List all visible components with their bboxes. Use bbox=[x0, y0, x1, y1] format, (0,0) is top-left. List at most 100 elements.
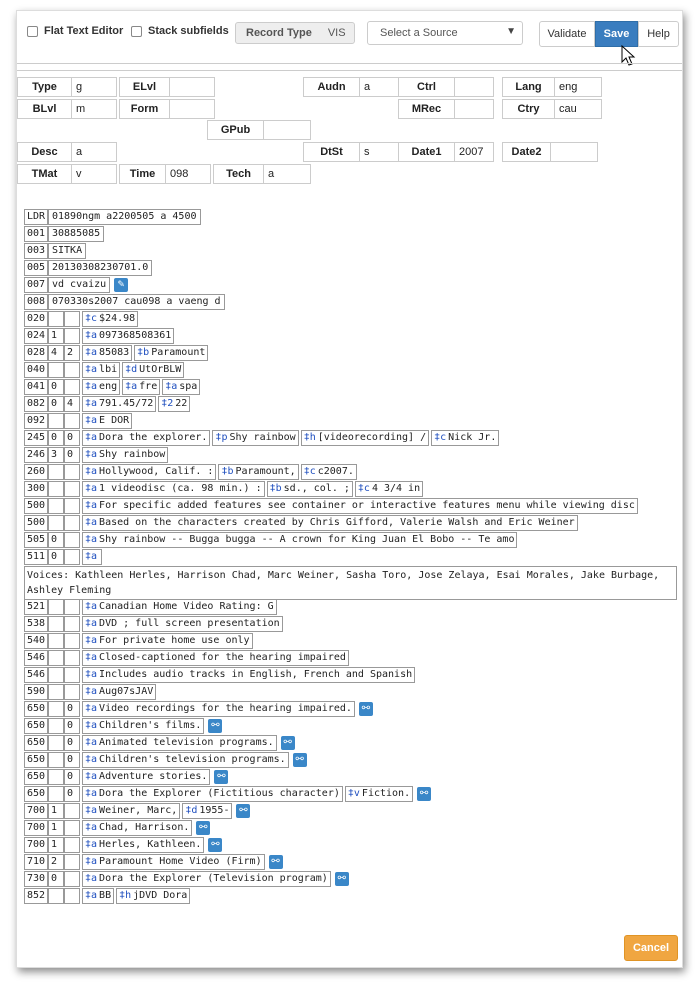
subfield-value[interactable]: Dora the explorer. bbox=[98, 431, 209, 445]
subfield-value[interactable]: Dora the Explorer (Fictitious character) bbox=[98, 787, 342, 801]
indicator-1[interactable] bbox=[48, 888, 64, 904]
indicator-2[interactable] bbox=[64, 549, 80, 565]
subfield[interactable]: ‡2 22 bbox=[158, 396, 191, 412]
field-tag[interactable]: 650 bbox=[24, 752, 48, 768]
indicator-1[interactable]: 3 bbox=[48, 447, 64, 463]
subfield-code[interactable]: ‡a bbox=[83, 872, 98, 886]
indicator-1[interactable]: 2 bbox=[48, 854, 64, 870]
fixed-field-input[interactable]: v bbox=[71, 164, 117, 184]
subfield-value[interactable]: Paramount, bbox=[234, 465, 297, 479]
field-tag[interactable]: 245 bbox=[24, 430, 48, 446]
indicator-1[interactable] bbox=[48, 735, 64, 751]
field-tag[interactable]: 650 bbox=[24, 701, 48, 717]
subfield-wrapped-text[interactable]: Voices: Kathleen Herles, Harrison Chad, … bbox=[24, 566, 677, 600]
validate-button[interactable]: Validate bbox=[539, 21, 595, 47]
control-field-value[interactable]: 20130308230701.0 bbox=[48, 260, 153, 276]
subfield[interactable]: ‡b sd., col. ; bbox=[266, 481, 353, 497]
subfield[interactable]: ‡b Paramount bbox=[134, 345, 209, 361]
subfield-code[interactable]: ‡a bbox=[83, 550, 98, 564]
subfield-value[interactable]: lbi bbox=[98, 363, 119, 377]
subfield-value[interactable]: Hollywood, Calif. : bbox=[98, 465, 215, 479]
link-icon[interactable]: ⚯ bbox=[268, 855, 283, 869]
fixed-field-input[interactable]: 2007 bbox=[454, 142, 494, 162]
indicator-2[interactable] bbox=[64, 837, 80, 853]
field-tag[interactable]: 008 bbox=[24, 294, 48, 310]
subfield[interactable]: ‡h [videorecording] / bbox=[300, 430, 430, 446]
link-icon[interactable]: ⚯ bbox=[196, 821, 211, 835]
subfield[interactable]: ‡a Closed-captioned for the hearing impai… bbox=[82, 650, 349, 666]
link-icon[interactable]: ⚯ bbox=[417, 787, 432, 801]
subfield[interactable]: ‡a Hollywood, Calif. : bbox=[82, 464, 217, 480]
flat-text-editor-checkbox[interactable]: Flat Text Editor bbox=[27, 25, 123, 37]
field-tag[interactable]: 650 bbox=[24, 718, 48, 734]
indicator-1[interactable] bbox=[48, 650, 64, 666]
indicator-1[interactable] bbox=[48, 769, 64, 785]
field-tag[interactable]: 300 bbox=[24, 481, 48, 497]
subfield-value[interactable]: Shy rainbow bbox=[228, 431, 297, 445]
indicator-2[interactable]: 0 bbox=[64, 430, 80, 446]
subfield-value[interactable]: Includes audio tracks in English, French… bbox=[98, 668, 414, 682]
field-tag[interactable]: 505 bbox=[24, 532, 48, 548]
subfield[interactable]: ‡d UtOrBLW bbox=[122, 362, 185, 378]
field-tag[interactable]: 246 bbox=[24, 447, 48, 463]
indicator-2[interactable] bbox=[64, 498, 80, 514]
subfield-value[interactable]: DVD ; full screen presentation bbox=[98, 617, 282, 631]
control-field-value[interactable]: 070330s2007 cau098 a vaeng d bbox=[48, 294, 225, 310]
indicator-2[interactable] bbox=[64, 379, 80, 395]
subfield[interactable]: ‡a Canadian Home Video Rating: G bbox=[82, 599, 277, 615]
field-tag[interactable]: 521 bbox=[24, 599, 48, 615]
subfield[interactable]: ‡a Animated television programs. bbox=[82, 735, 277, 751]
field-tag[interactable]: 040 bbox=[24, 362, 48, 378]
subfield[interactable]: ‡a eng bbox=[82, 379, 121, 395]
subfield-value[interactable]: Shy rainbow -- Bugga bugga -- A crown fo… bbox=[98, 533, 516, 547]
subfield-value[interactable]: Nick Jr. bbox=[447, 431, 498, 445]
subfield-code[interactable]: ‡a bbox=[83, 482, 98, 496]
indicator-1[interactable] bbox=[48, 413, 64, 429]
subfield-value[interactable]: Adventure stories. bbox=[98, 770, 209, 784]
subfield-code[interactable]: ‡a bbox=[83, 431, 98, 445]
field-tag[interactable]: 500 bbox=[24, 498, 48, 514]
control-field-value[interactable]: SITKA bbox=[48, 243, 87, 259]
subfield-code[interactable]: ‡a bbox=[83, 465, 98, 479]
field-tag[interactable]: 001 bbox=[24, 226, 48, 242]
indicator-2[interactable] bbox=[64, 854, 80, 870]
indicator-2[interactable] bbox=[64, 464, 80, 480]
subfield[interactable]: ‡a Adventure stories. bbox=[82, 769, 211, 785]
subfield-code[interactable]: ‡a bbox=[83, 397, 98, 411]
field-tag[interactable]: LDR bbox=[24, 209, 48, 225]
subfield-code[interactable]: ‡a bbox=[83, 499, 98, 513]
field-tag[interactable]: 700 bbox=[24, 837, 48, 853]
fixed-field-input[interactable]: 098 bbox=[165, 164, 211, 184]
subfield[interactable]: ‡c $24.98 bbox=[82, 311, 139, 327]
subfield-code[interactable]: ‡a bbox=[83, 855, 98, 869]
indicator-1[interactable]: 1 bbox=[48, 837, 64, 853]
indicator-2[interactable] bbox=[64, 684, 80, 700]
subfield-value[interactable]: Dora the Explorer (Television program) bbox=[98, 872, 330, 886]
indicator-2[interactable] bbox=[64, 667, 80, 683]
subfield-value[interactable]: 1955- bbox=[198, 804, 231, 818]
subfield[interactable]: ‡a Dora the Explorer (Fictitious characte… bbox=[82, 786, 343, 802]
fixed-field-input[interactable]: cau bbox=[554, 99, 602, 119]
field-tag[interactable]: 700 bbox=[24, 820, 48, 836]
subfield[interactable]: ‡a 097368508361 bbox=[82, 328, 175, 344]
indicator-1[interactable]: 1 bbox=[48, 820, 64, 836]
indicator-1[interactable] bbox=[48, 362, 64, 378]
field-tag[interactable]: 540 bbox=[24, 633, 48, 649]
field-tag[interactable]: 003 bbox=[24, 243, 48, 259]
subfield-code[interactable]: ‡a bbox=[83, 719, 98, 733]
indicator-1[interactable] bbox=[48, 633, 64, 649]
subfield[interactable]: ‡a Aug07sJAV bbox=[82, 684, 157, 700]
subfield-code[interactable]: ‡a bbox=[163, 380, 178, 394]
stack-subfields-checkbox[interactable]: Stack subfields bbox=[131, 25, 229, 37]
subfield[interactable]: ‡a Includes audio tracks in English, Fren… bbox=[82, 667, 416, 683]
subfield[interactable]: ‡a Herles, Kathleen. bbox=[82, 837, 205, 853]
subfield-code[interactable]: ‡a bbox=[83, 516, 98, 530]
subfield-value[interactable]: UtOrBLW bbox=[138, 363, 183, 377]
subfield[interactable]: ‡a Video recordings for the hearing impai… bbox=[82, 701, 355, 717]
indicator-2[interactable] bbox=[64, 311, 80, 327]
field-tag[interactable]: 650 bbox=[24, 786, 48, 802]
fixed-field-input[interactable]: a bbox=[263, 164, 311, 184]
subfield-value[interactable]: Canadian Home Video Rating: G bbox=[98, 600, 276, 614]
subfield[interactable]: ‡a Children's films. bbox=[82, 718, 205, 734]
link-icon[interactable]: ⚯ bbox=[208, 719, 223, 733]
